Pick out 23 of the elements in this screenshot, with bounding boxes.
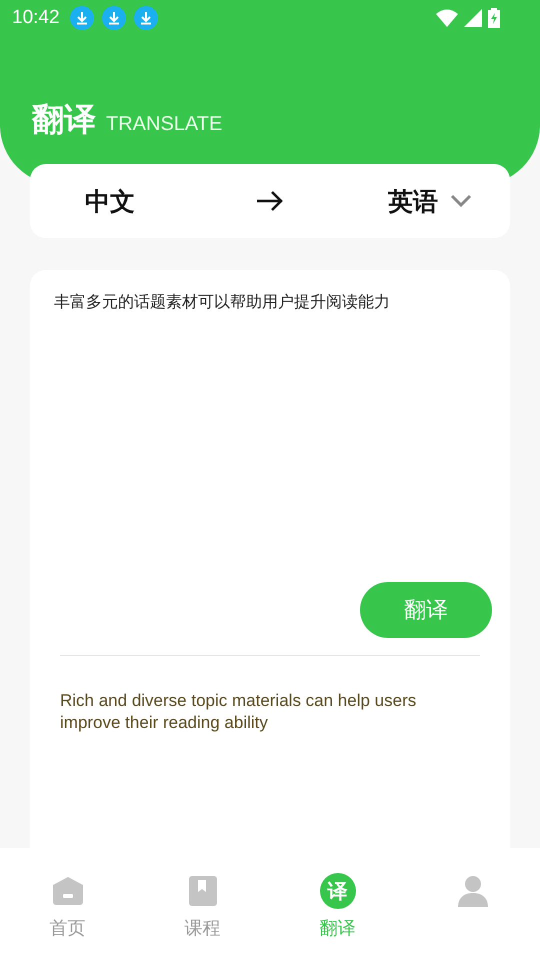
chevron-icon (450, 194, 472, 208)
battery-icon (488, 8, 500, 28)
signal-icon (464, 9, 482, 27)
bookmark-icon (188, 876, 216, 906)
nav-tab[interactable]: 译 翻译 (270, 848, 405, 960)
target-language-selector[interactable]: 英语 (388, 184, 472, 218)
translation-result: Rich and diverse topic materials can help users improve their reading ability (60, 690, 418, 734)
download-icon (70, 6, 94, 30)
page-subtitle: TRANSLATE (106, 113, 222, 136)
arrow-icon (256, 190, 284, 212)
wifi-icon (436, 9, 458, 27)
download-icon (102, 6, 126, 30)
source-language: 中文 (85, 186, 135, 218)
page-title: 翻译 (32, 99, 96, 140)
translate-icon: 译 (320, 873, 356, 909)
person-icon (458, 875, 488, 907)
status-time: 10:42 (12, 7, 60, 29)
house-icon (52, 877, 82, 905)
download-icon (134, 6, 158, 30)
input-field[interactable]: 丰富多元的话题素材可以帮助用户提升阅读能力 (54, 292, 486, 582)
translate-button[interactable]: 翻译 (360, 582, 492, 638)
nav-tab[interactable]: 课程 (135, 848, 270, 960)
nav-tab[interactable]: 首页 (0, 848, 135, 960)
